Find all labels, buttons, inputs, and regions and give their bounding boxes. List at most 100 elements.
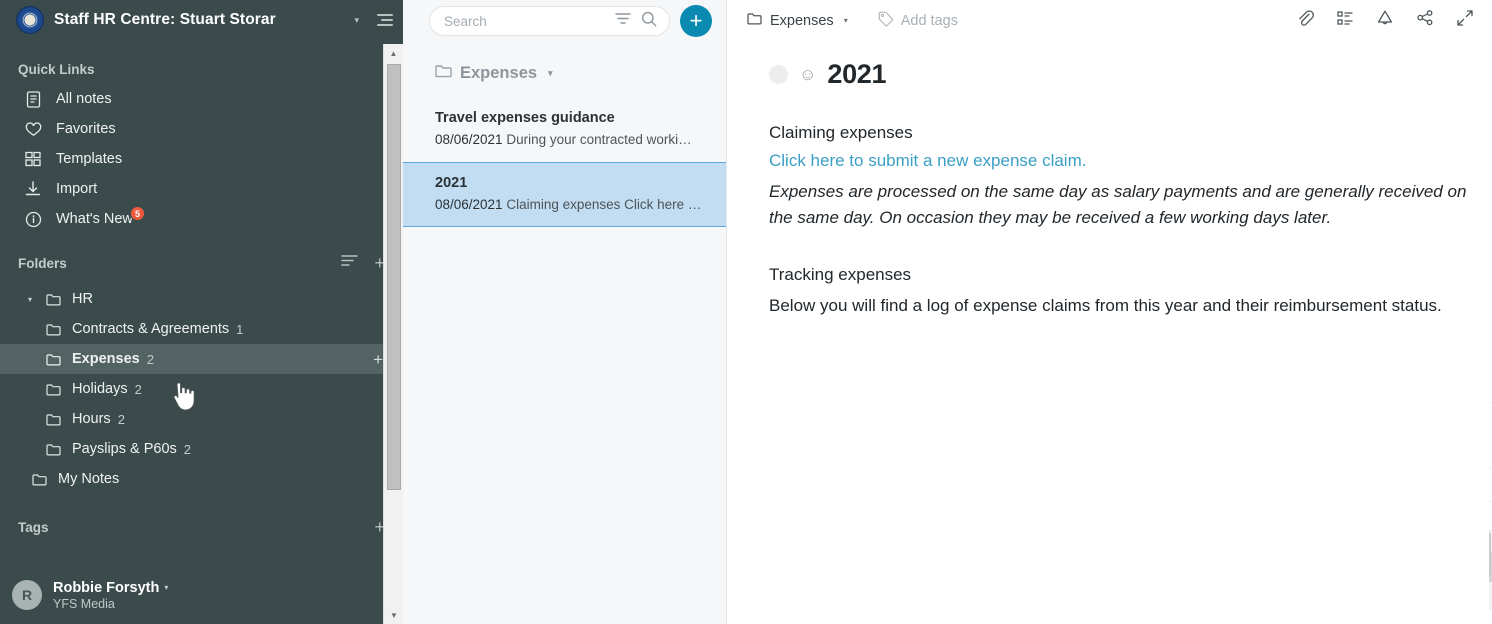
note-status-circle-icon[interactable]	[769, 65, 788, 84]
new-note-button[interactable]: +	[680, 5, 712, 37]
folder-icon	[747, 12, 762, 29]
sidebar-header: Staff HR Centre: Stuart Storar ▾	[0, 0, 403, 40]
search-icon[interactable]	[641, 11, 657, 32]
folder-count: 2	[134, 381, 142, 397]
note-actions	[1296, 9, 1474, 32]
note-preview-text: During your contracted worki…	[506, 132, 692, 147]
chevron-down-icon[interactable]: ▾	[28, 295, 44, 304]
breadcrumb[interactable]: Expenses ▾	[747, 12, 848, 29]
user-menu-chevron-down-icon[interactable]: ▾	[164, 583, 168, 592]
note-list-sort-chevron-down-icon[interactable]: ▾	[548, 68, 553, 79]
scrollbar-thumb[interactable]	[387, 64, 401, 490]
expand-icon[interactable]	[1456, 9, 1474, 32]
sidebar-item-favorites[interactable]: Favorites	[0, 114, 403, 144]
search-placeholder: Search	[444, 13, 487, 29]
tag-icon	[878, 11, 894, 31]
note-date: 08/06/2021	[435, 197, 503, 212]
note-info-icon[interactable]	[1336, 9, 1354, 32]
breadcrumb-chevron-down-icon[interactable]: ▾	[844, 16, 848, 25]
scroll-up-arrow-icon[interactable]: ▲	[384, 44, 403, 62]
add-tags-button[interactable]: Add tags	[878, 11, 958, 31]
note-title: 2021	[435, 175, 468, 191]
note-list-toolbar: Search +	[403, 0, 726, 42]
note-list-folder-label: Expenses	[460, 64, 538, 82]
note-editor-toolbar: Expenses ▾ Add tags	[727, 0, 1492, 41]
folder-icon	[435, 64, 452, 83]
tags-heading: Tags	[18, 519, 49, 535]
folder-icon	[44, 353, 62, 366]
folder-item-payslips-p60s[interactable]: Payslips & P60s 2	[0, 434, 403, 464]
folder-count: 2	[183, 441, 192, 457]
note-list-panel: Search + Expenses ▾ Travel expenses guid…	[403, 0, 727, 624]
folder-label: Holidays	[72, 381, 128, 397]
folder-label: Hours	[72, 411, 111, 427]
folder-item-expenses[interactable]: Expenses 2 +	[0, 344, 403, 374]
add-note-to-folder-button[interactable]: +	[373, 351, 383, 368]
sidebar-item-label: Templates	[56, 151, 123, 167]
sidebar-item-label: All notes	[56, 91, 112, 107]
user-organization: YFS Media	[53, 596, 115, 611]
note-title-row: ☺ 2021	[769, 59, 1492, 90]
filter-icon[interactable]	[615, 12, 631, 30]
folders-tree: ▾ HR Contracts & Agreements 1 Expenses 2…	[0, 284, 403, 494]
note-heading-tracking-expenses: Tracking expenses	[769, 264, 912, 284]
sheet-vertical-scrollbar[interactable]	[1489, 531, 1491, 577]
sidebar-collapse-hamburger-icon[interactable]	[375, 13, 393, 27]
avatar: R	[12, 580, 42, 610]
note-list-folder-header[interactable]: Expenses ▾	[403, 42, 726, 83]
sidebar-item-templates[interactable]: Templates	[0, 144, 403, 174]
share-icon[interactable]	[1416, 9, 1434, 32]
note-heading-claiming-expenses: Claiming expenses	[769, 123, 913, 142]
sidebar: Staff HR Centre: Stuart Storar ▾ Quick L…	[0, 0, 403, 624]
note-snippet: 08/06/2021 During your contracted worki…	[435, 132, 714, 147]
submit-expense-claim-link[interactable]: Click here to submit a new expense claim…	[769, 151, 1492, 171]
folder-item-hours[interactable]: Hours 2	[0, 404, 403, 434]
page-title[interactable]: 2021	[827, 59, 886, 90]
folder-count: 1	[236, 321, 244, 337]
sidebar-scrollbar[interactable]: ▲ ▼	[383, 44, 403, 624]
whats-new-badge: 5	[130, 206, 145, 221]
folders-heading: Folders	[18, 255, 67, 271]
search-input[interactable]: Search	[429, 6, 670, 36]
folder-item-hr[interactable]: ▾ HR	[0, 284, 403, 314]
templates-icon	[24, 150, 42, 168]
folder-icon	[44, 443, 62, 456]
folder-item-my-notes[interactable]: My Notes	[0, 464, 403, 494]
sidebar-item-import[interactable]: Import	[0, 174, 403, 204]
list-item[interactable]: 2021 08/06/2021 Claiming expenses Click …	[403, 162, 726, 227]
sidebar-item-label: Import	[56, 181, 98, 197]
note-icon	[24, 90, 42, 108]
emoji-picker-icon[interactable]: ☺	[799, 66, 816, 83]
note-content: ☺ 2021 Claiming expenses Click here to s…	[727, 41, 1492, 319]
folder-icon	[44, 323, 62, 336]
sidebar-item-label: What's New	[56, 211, 133, 227]
note-title: Travel expenses guidance	[435, 110, 615, 126]
tags-section-header: Tags +	[0, 510, 403, 544]
user-account-bar[interactable]: R Robbie Forsyth ▾ YFS Media	[0, 566, 403, 624]
breadcrumb-folder-label: Expenses	[770, 12, 834, 29]
folder-count: 2	[117, 411, 125, 427]
folder-label: Payslips & P60s	[72, 441, 177, 457]
sidebar-item-whats-new[interactable]: What's New 5	[0, 204, 403, 234]
reminder-bell-icon[interactable]	[1376, 9, 1394, 32]
folder-label: Expenses	[72, 351, 140, 367]
sidebar-item-label: Favorites	[56, 121, 116, 137]
info-icon	[24, 210, 42, 228]
note-date: 08/06/2021	[435, 132, 503, 147]
folder-item-contracts-agreements[interactable]: Contracts & Agreements 1	[0, 314, 403, 344]
quick-links-heading: Quick Links	[18, 61, 95, 77]
add-tags-label: Add tags	[900, 12, 958, 29]
folder-icon	[44, 293, 62, 306]
sidebar-item-all-notes[interactable]: All notes	[0, 84, 403, 114]
list-item[interactable]: Travel expenses guidance 08/06/2021 Duri…	[403, 97, 726, 162]
folder-label: Contracts & Agreements	[72, 321, 230, 337]
account-switcher-chevron-down-icon[interactable]: ▾	[354, 15, 365, 26]
user-name: Robbie Forsyth	[53, 579, 160, 596]
sort-folders-icon[interactable]	[341, 254, 359, 272]
scroll-down-arrow-icon[interactable]: ▼	[384, 606, 403, 624]
folder-item-holidays[interactable]: Holidays 2	[0, 374, 403, 404]
heart-icon	[24, 120, 42, 138]
organization-logo-icon	[16, 6, 44, 34]
attachment-icon[interactable]	[1296, 9, 1314, 32]
folder-icon	[44, 383, 62, 396]
